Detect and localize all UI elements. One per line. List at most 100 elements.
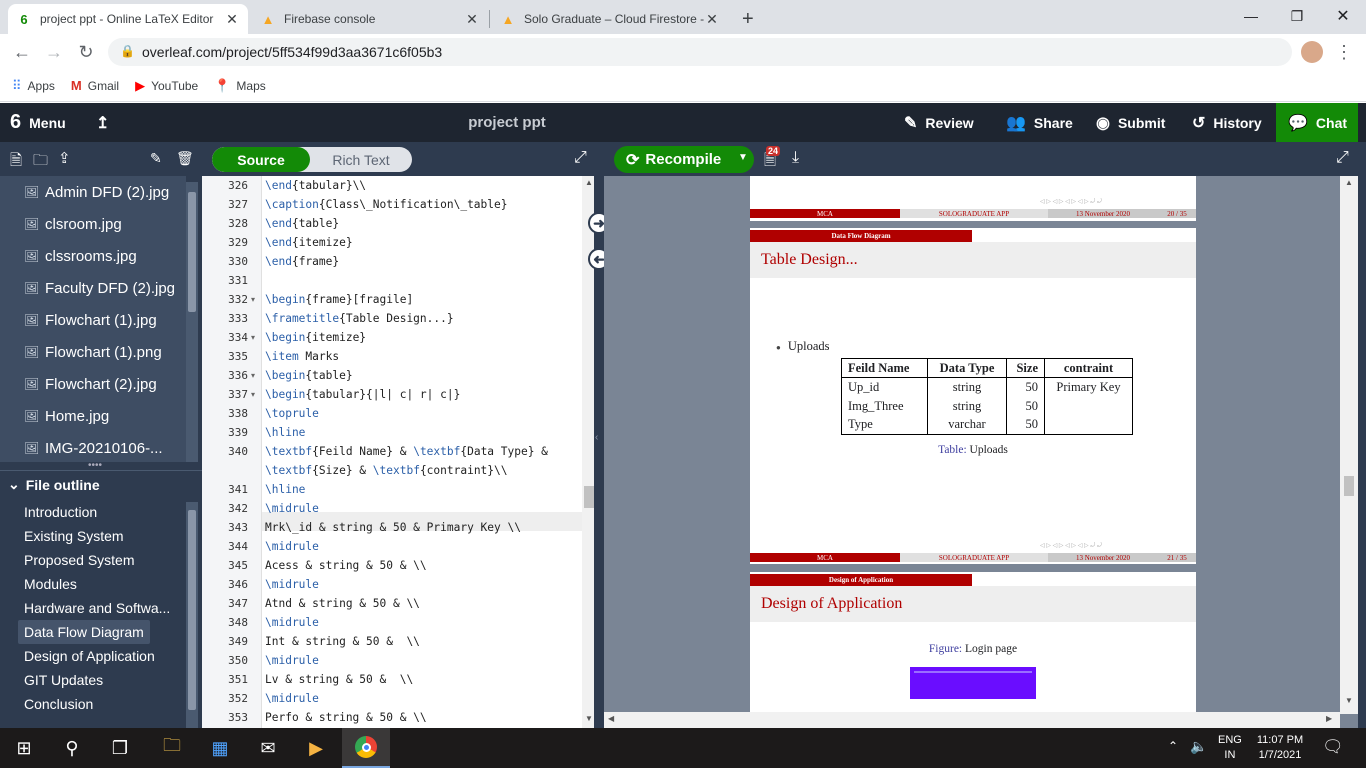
bookmark-maps[interactable]: 📍 Maps [214,78,266,94]
recompile-button[interactable]: ⟳ Recompile ▼ [614,146,754,173]
file-item[interactable]: 🖼 Faculty DFD (2).jpg [0,272,186,304]
code-line[interactable]: \end{itemize} [265,236,353,249]
new-folder-icon[interactable]: 🗀 [33,150,48,175]
collapse-handle-icon[interactable]: ‹ [595,432,598,443]
code-line[interactable]: \frametitle{Table Design...} [265,312,454,325]
code-line[interactable]: \textbf{Feild Name} & \textbf{Data Type}… [265,445,548,458]
pdf-horizontal-scrollbar[interactable]: ◀ ▶ [604,712,1340,728]
code-line[interactable]: \begin{frame}[fragile] [265,293,413,306]
fold-toggle-icon[interactable]: ▾ [251,371,255,380]
media-player-icon[interactable]: ▶ [292,728,340,768]
project-title[interactable]: project ppt [0,103,1014,142]
history-button[interactable]: ↺ History [1192,103,1262,142]
mail-icon[interactable]: ✉ [244,728,292,768]
code-line[interactable]: \midrule [265,654,319,667]
code-line[interactable]: \toprule [265,407,319,420]
file-item[interactable]: 🖼 Flowchart (1).png [0,336,186,368]
tab-firestore[interactable]: ▲ Solo Graduate – Cloud Firestore - ✕ [492,4,728,34]
outline-item[interactable]: Existing System [18,524,130,548]
tray-chevron-icon[interactable]: ⌃ [1168,739,1178,753]
code-line[interactable]: Perfo & string & 50 & \\ [265,711,427,724]
delete-trash-icon[interactable]: 🗑 [176,150,194,167]
submit-button[interactable]: ◉ Submit [1096,103,1165,142]
search-icon[interactable]: ⚲ [48,728,96,768]
chat-button[interactable]: 💬 Chat [1276,103,1358,142]
code-line[interactable]: \begin{table} [265,369,353,382]
code-line[interactable]: \midrule [265,692,319,705]
new-tab-button[interactable]: + [734,4,762,34]
outline-item[interactable]: GIT Updates [18,668,109,692]
windows-start-icon[interactable]: ⊞ [0,728,48,768]
scroll-left-icon[interactable]: ◀ [608,714,614,723]
file-item[interactable]: 🖼 Flowchart (1).jpg [0,304,186,336]
outline-item[interactable]: Hardware and Softwa... [18,596,176,620]
outline-item[interactable]: Conclusion [18,692,99,716]
chrome-icon[interactable] [342,728,390,768]
file-explorer-icon[interactable]: 🗀 [148,728,196,768]
reload-icon[interactable]: ↻ [72,38,100,66]
review-button[interactable]: ✎ Review [904,103,974,142]
outline-item[interactable]: Introduction [18,500,103,524]
close-tab-icon[interactable]: ✕ [704,11,720,28]
menu-button[interactable]: 6 Menu [10,103,66,142]
code-line[interactable]: \midrule [265,502,319,515]
language-indicator[interactable]: ENG IN [1218,733,1242,763]
store-icon[interactable]: ▦ [196,728,244,768]
outline-item[interactable]: Modules [18,572,83,596]
close-tab-icon[interactable]: ✕ [224,11,240,28]
scroll-right-icon[interactable]: ▶ [1326,714,1332,723]
code-line[interactable]: \begin{itemize} [265,331,366,344]
new-file-icon[interactable]: 🗎 [10,150,22,175]
bookmark-youtube[interactable]: ▶ YouTube [135,78,198,94]
download-pdf-icon[interactable]: ⤓ [792,149,799,167]
scroll-down-icon[interactable]: ▼ [1340,696,1358,705]
scroll-thumb[interactable] [1344,476,1354,496]
file-item[interactable]: 🖼 Admin DFD (2).jpg [0,176,186,208]
close-tab-icon[interactable]: ✕ [464,11,480,28]
outline-item-selected[interactable]: Data Flow Diagram [18,620,150,644]
file-item[interactable]: 🖼 Home.jpg [0,400,186,432]
notification-icon[interactable]: 🗨 [1322,737,1344,757]
task-view-icon[interactable]: ❐ [96,728,144,768]
code-line[interactable]: \midrule [265,578,319,591]
code-line[interactable]: \item Marks [265,350,339,363]
clock[interactable]: 11:07 PM 1/7/2021 [1252,733,1308,763]
close-window-icon[interactable]: ✕ [1320,0,1366,32]
code-line[interactable]: Lv & string & 50 & \\ [265,673,413,686]
file-outline-header[interactable]: ⌄ File outline [0,470,202,498]
fold-toggle-icon[interactable]: ▾ [251,390,255,399]
code-line[interactable]: Int & string & 50 & \\ [265,635,420,648]
source-mode-button[interactable]: Source [212,147,310,172]
outline-scrollbar[interactable] [186,502,198,728]
pane-divider[interactable]: ➜ ➜ ‹ [588,142,610,728]
browser-menu-icon[interactable]: ⋮ [1330,38,1358,66]
caret-down-icon[interactable]: ▼ [738,152,748,163]
tab-firebase[interactable]: ▲ Firebase console ✕ [252,4,488,34]
fold-toggle-icon[interactable]: ▾ [251,295,255,304]
expand-editor-icon[interactable]: ⤢ [574,149,587,167]
bookmark-apps[interactable]: ⠿ Apps [12,78,55,94]
forward-icon[interactable]: → [40,38,68,66]
expand-pdf-icon[interactable]: ⤢ [1336,149,1349,167]
code-line[interactable]: Atnd & string & 50 & \\ [265,597,420,610]
share-button[interactable]: 👥 Share [1006,103,1073,142]
file-list-scrollbar[interactable] [186,182,198,462]
code-line[interactable]: \end{table} [265,217,339,230]
code-line[interactable]: \midrule [265,540,319,553]
file-item[interactable]: 🖼 Flowchart (2).jpg [0,368,186,400]
code-line[interactable]: \end{frame} [265,255,339,268]
code-line[interactable]: \hline [265,483,305,496]
code-line[interactable]: \caption{Class\_Notification\_table} [265,198,507,211]
code-line[interactable]: \begin{tabular}{|l| c| r| c|} [265,388,460,401]
up-arrow-button[interactable]: ↥ [96,103,117,142]
back-icon[interactable]: ← [8,38,36,66]
upload-icon[interactable]: ⇪ [58,149,71,167]
rich-text-mode-button[interactable]: Rich Text [310,147,412,172]
outline-item[interactable]: Proposed System [18,548,141,572]
rename-pencil-icon[interactable]: ✎ [150,150,162,167]
minimize-icon[interactable]: — [1228,0,1274,32]
address-bar[interactable]: 🔒 overleaf.com/project/5ff534f99d3aa3671… [108,38,1292,66]
tab-overleaf[interactable]: 6 project ppt - Online LaTeX Editor ✕ [8,4,248,34]
fold-toggle-icon[interactable]: ▾ [251,333,255,342]
code-line[interactable]: \textbf{Size} & \textbf{contraint}\\ [265,464,508,477]
